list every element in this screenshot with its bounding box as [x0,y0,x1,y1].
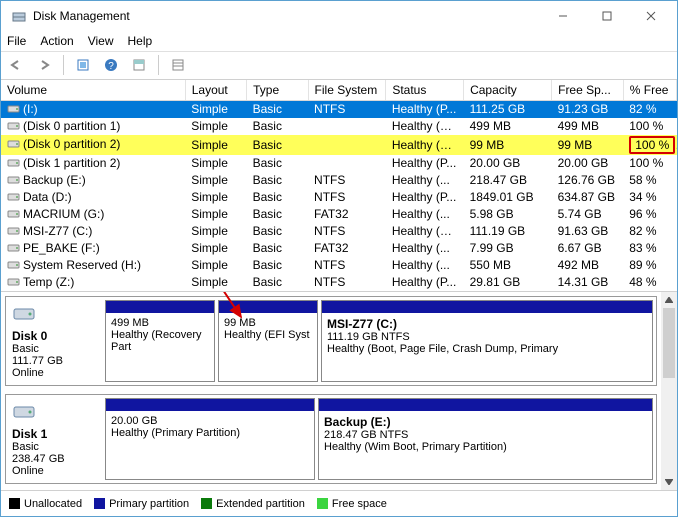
menubar: File Action View Help [1,31,677,53]
volume-row[interactable]: PE_BAKE (F:)SimpleBasicFAT32Healthy (...… [1,240,677,257]
volume-row[interactable]: Temp (Z:)SimpleBasicNTFSHealthy (P...29.… [1,274,677,291]
back-button[interactable] [5,54,27,76]
col-freesp[interactable]: Free Sp... [552,80,624,101]
volume-row[interactable]: MSI-Z77 (C:)SimpleBasicNTFSHealthy (B...… [1,223,677,240]
column-headers[interactable]: Volume Layout Type File System Status Ca… [1,80,677,101]
drive-icon [7,174,21,188]
forward-button[interactable] [33,54,55,76]
view-list-icon[interactable] [167,54,189,76]
maximize-button[interactable] [585,1,629,31]
disk-management-window: Disk Management File Action View Help ? … [0,0,678,517]
menu-action[interactable]: Action [40,34,73,48]
col-type[interactable]: Type [247,80,308,101]
disk-card[interactable]: Disk 0Basic111.77 GBOnline499 MBHealthy … [5,296,657,386]
swatch-extended [201,498,212,509]
volume-row[interactable]: System Reserved (H:)SimpleBasicNTFSHealt… [1,257,677,274]
volume-row[interactable]: Data (D:)SimpleBasicNTFSHealthy (P...184… [1,189,677,206]
col-layout[interactable]: Layout [185,80,246,101]
col-capacity[interactable]: Capacity [464,80,552,101]
col-volume[interactable]: Volume [1,80,185,101]
volume-row[interactable]: Backup (E:)SimpleBasicNTFSHealthy (...21… [1,172,677,189]
drive-icon [7,191,21,205]
minimize-button[interactable] [541,1,585,31]
volume-row[interactable]: (I:)SimpleBasicNTFSHealthy (P...111.25 G… [1,100,677,117]
view-top-icon[interactable] [128,54,150,76]
menu-view[interactable]: View [88,34,114,48]
partition[interactable]: Backup (E:)218.47 GB NTFSHealthy (Wim Bo… [318,398,653,480]
col-status[interactable]: Status [386,80,464,101]
menu-help[interactable]: Help [128,34,153,48]
drive-icon [7,242,21,256]
volume-row[interactable]: (Disk 0 partition 2)SimpleBasicHealthy (… [1,135,677,155]
col-pctfree[interactable]: % Free [623,80,676,101]
swatch-primary [94,498,105,509]
app-icon [11,8,27,24]
refresh-icon[interactable] [72,54,94,76]
titlebar: Disk Management [1,1,677,31]
partition[interactable]: MSI-Z77 (C:)111.19 GB NTFSHealthy (Boot,… [321,300,653,382]
drive-icon [7,259,21,273]
drive-icon [7,157,21,171]
scroll-up-button[interactable] [661,292,677,308]
volume-row[interactable]: (Disk 0 partition 1)SimpleBasicHealthy (… [1,118,677,135]
drive-icon [7,276,21,290]
swatch-unallocated [9,498,20,509]
volume-row[interactable]: MACRIUM (G:)SimpleBasicFAT32Healthy (...… [1,206,677,223]
disk-card[interactable]: Disk 1Basic238.47 GBOnline20.00 GBHealth… [5,394,657,484]
drive-icon [7,103,21,117]
legend: Unallocated Primary partition Extended p… [1,490,677,516]
disk-icon [12,303,96,326]
vertical-scrollbar[interactable] [661,292,677,491]
disk-map: Disk 0Basic111.77 GBOnline499 MBHealthy … [1,292,661,491]
disk-icon [12,401,96,424]
partition[interactable]: 20.00 GBHealthy (Primary Partition) [105,398,315,480]
close-button[interactable] [629,1,673,31]
volume-grid: Volume Layout Type File System Status Ca… [1,80,677,292]
svg-text:?: ? [108,61,114,72]
partition[interactable]: 499 MBHealthy (Recovery Part [105,300,215,382]
drive-icon [7,225,21,239]
scroll-thumb[interactable] [663,308,675,378]
drive-icon [7,208,21,222]
swatch-free [317,498,328,509]
toolbar: ? [1,52,677,80]
scroll-down-button[interactable] [661,474,677,490]
drive-icon [7,120,21,134]
help-icon[interactable]: ? [100,54,122,76]
drive-icon [7,138,21,152]
col-fs[interactable]: File System [308,80,386,101]
menu-file[interactable]: File [7,34,26,48]
partition[interactable]: 99 MBHealthy (EFI Syst [218,300,318,382]
window-title: Disk Management [33,9,541,23]
volume-row[interactable]: (Disk 1 partition 2)SimpleBasicHealthy (… [1,155,677,172]
